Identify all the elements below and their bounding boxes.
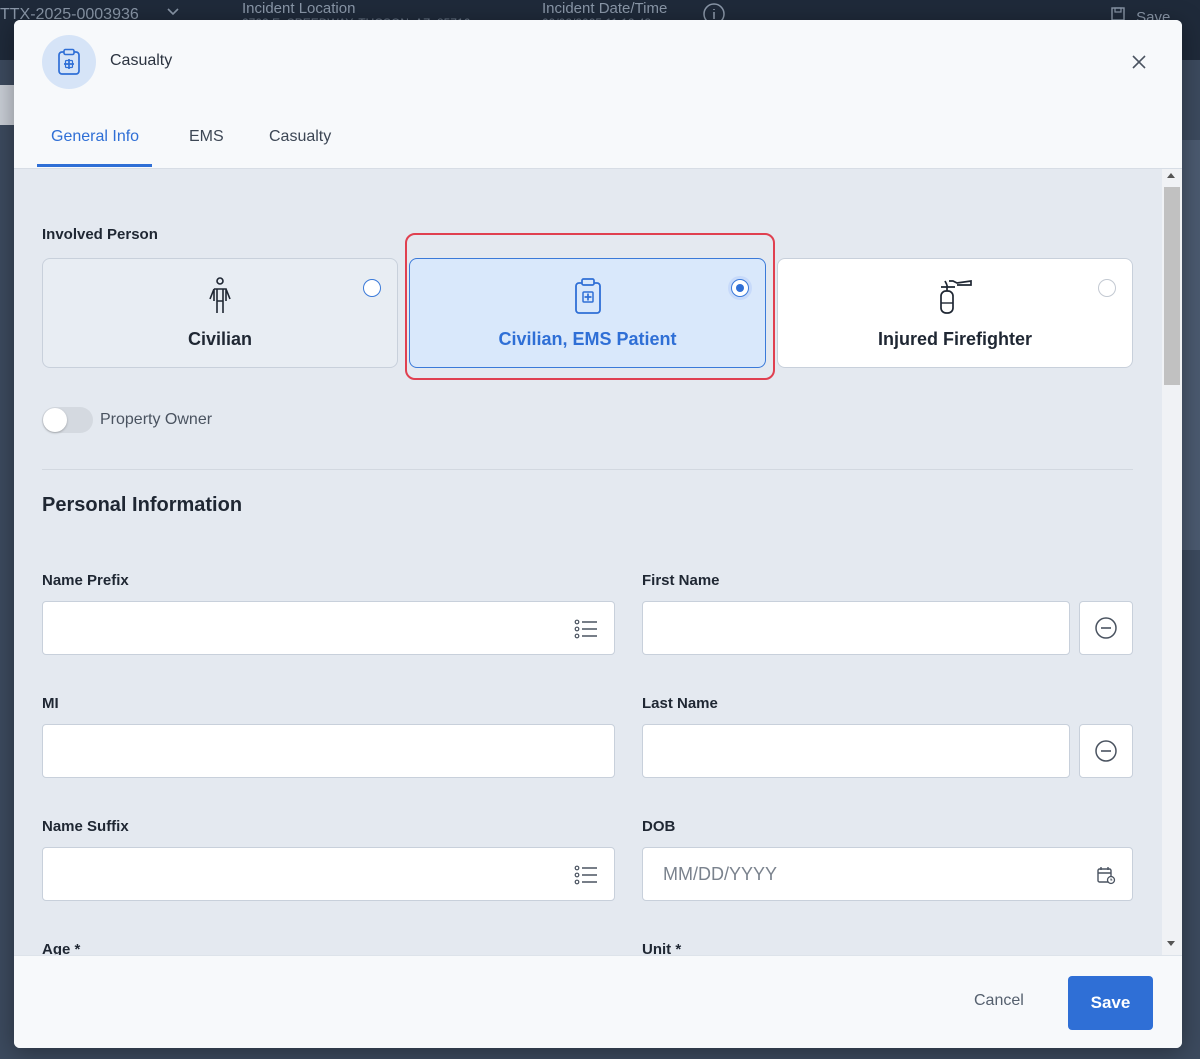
selection-highlight — [405, 233, 775, 380]
incident-location-label: Incident Location — [242, 0, 356, 17]
form-scrollbar[interactable] — [1162, 169, 1182, 955]
list-icon[interactable] — [574, 618, 598, 645]
scroll-up-icon[interactable] — [1167, 173, 1175, 178]
name-prefix-select[interactable] — [42, 601, 615, 655]
tab-general-info[interactable]: General Info — [51, 128, 139, 146]
cancel-button[interactable]: Cancel — [974, 992, 1024, 1010]
fire-extinguisher-icon — [935, 277, 975, 320]
minus-circle-icon — [1095, 740, 1117, 762]
option-civilian-radio[interactable] — [363, 279, 381, 297]
last-name-input[interactable] — [643, 725, 1069, 777]
background-side-panel — [0, 85, 14, 125]
modal-header: Casualty — [14, 20, 1182, 105]
dob-input[interactable] — [643, 848, 1132, 900]
mi-field[interactable] — [42, 724, 615, 778]
person-icon — [208, 277, 232, 320]
option-civilian[interactable]: Civilian — [42, 258, 398, 368]
last-name-field[interactable] — [642, 724, 1070, 778]
modal-footer: Cancel Save — [14, 955, 1182, 1048]
dob-label: DOB — [642, 818, 676, 835]
list-icon[interactable] — [574, 864, 598, 891]
scroll-down-icon[interactable] — [1167, 941, 1175, 946]
scroll-thumb[interactable] — [1164, 187, 1180, 385]
toggle-knob — [43, 408, 67, 432]
name-prefix-input[interactable] — [43, 602, 614, 654]
name-prefix-label: Name Prefix — [42, 572, 129, 589]
close-icon — [1132, 55, 1146, 69]
first-name-input[interactable] — [643, 602, 1069, 654]
form-content: Involved Person Civilian Civilian, EMS P… — [14, 169, 1162, 955]
option-civilian-label: Civilian — [187, 329, 253, 349]
first-name-label: First Name — [642, 572, 720, 589]
save-button[interactable]: Save — [1068, 976, 1153, 1030]
minus-circle-icon — [1095, 617, 1117, 639]
unit-label: Unit * — [642, 941, 682, 955]
casualty-modal: Casualty General Info EMS Casualty Invol… — [14, 20, 1182, 1048]
option-injured-firefighter-label: Injured Firefighter — [877, 329, 1032, 349]
name-suffix-label: Name Suffix — [42, 818, 129, 835]
close-button[interactable] — [1127, 50, 1151, 74]
tab-bar: General Info EMS Casualty — [14, 104, 1182, 169]
option-injured-firefighter-radio[interactable] — [1098, 279, 1116, 297]
incident-datetime-label: Incident Date/Time — [542, 0, 668, 17]
last-name-label: Last Name — [642, 695, 718, 712]
name-suffix-select[interactable] — [42, 847, 615, 901]
modal-title: Casualty — [110, 52, 173, 69]
involved-person-label: Involved Person — [42, 226, 158, 243]
background-scroll-area — [1182, 140, 1200, 550]
active-tab-indicator — [37, 164, 152, 167]
name-suffix-input[interactable] — [43, 848, 614, 900]
personal-information-title: Personal Information — [42, 494, 243, 516]
first-name-field[interactable] — [642, 601, 1070, 655]
clipboard-medical-icon — [42, 35, 96, 89]
property-owner-toggle[interactable] — [42, 407, 93, 433]
calendar-icon[interactable] — [1096, 865, 1116, 890]
last-name-clear-button[interactable] — [1079, 724, 1133, 778]
tab-casualty[interactable]: Casualty — [269, 128, 331, 146]
mi-input[interactable] — [43, 725, 614, 777]
mi-label: MI — [42, 695, 59, 712]
option-injured-firefighter[interactable]: Injured Firefighter — [777, 258, 1133, 368]
first-name-clear-button[interactable] — [1079, 601, 1133, 655]
age-label: Age * — [42, 941, 81, 955]
dob-field[interactable] — [642, 847, 1133, 901]
section-divider — [42, 469, 1133, 470]
property-owner-label: Property Owner — [100, 411, 213, 428]
tab-ems[interactable]: EMS — [189, 128, 224, 146]
